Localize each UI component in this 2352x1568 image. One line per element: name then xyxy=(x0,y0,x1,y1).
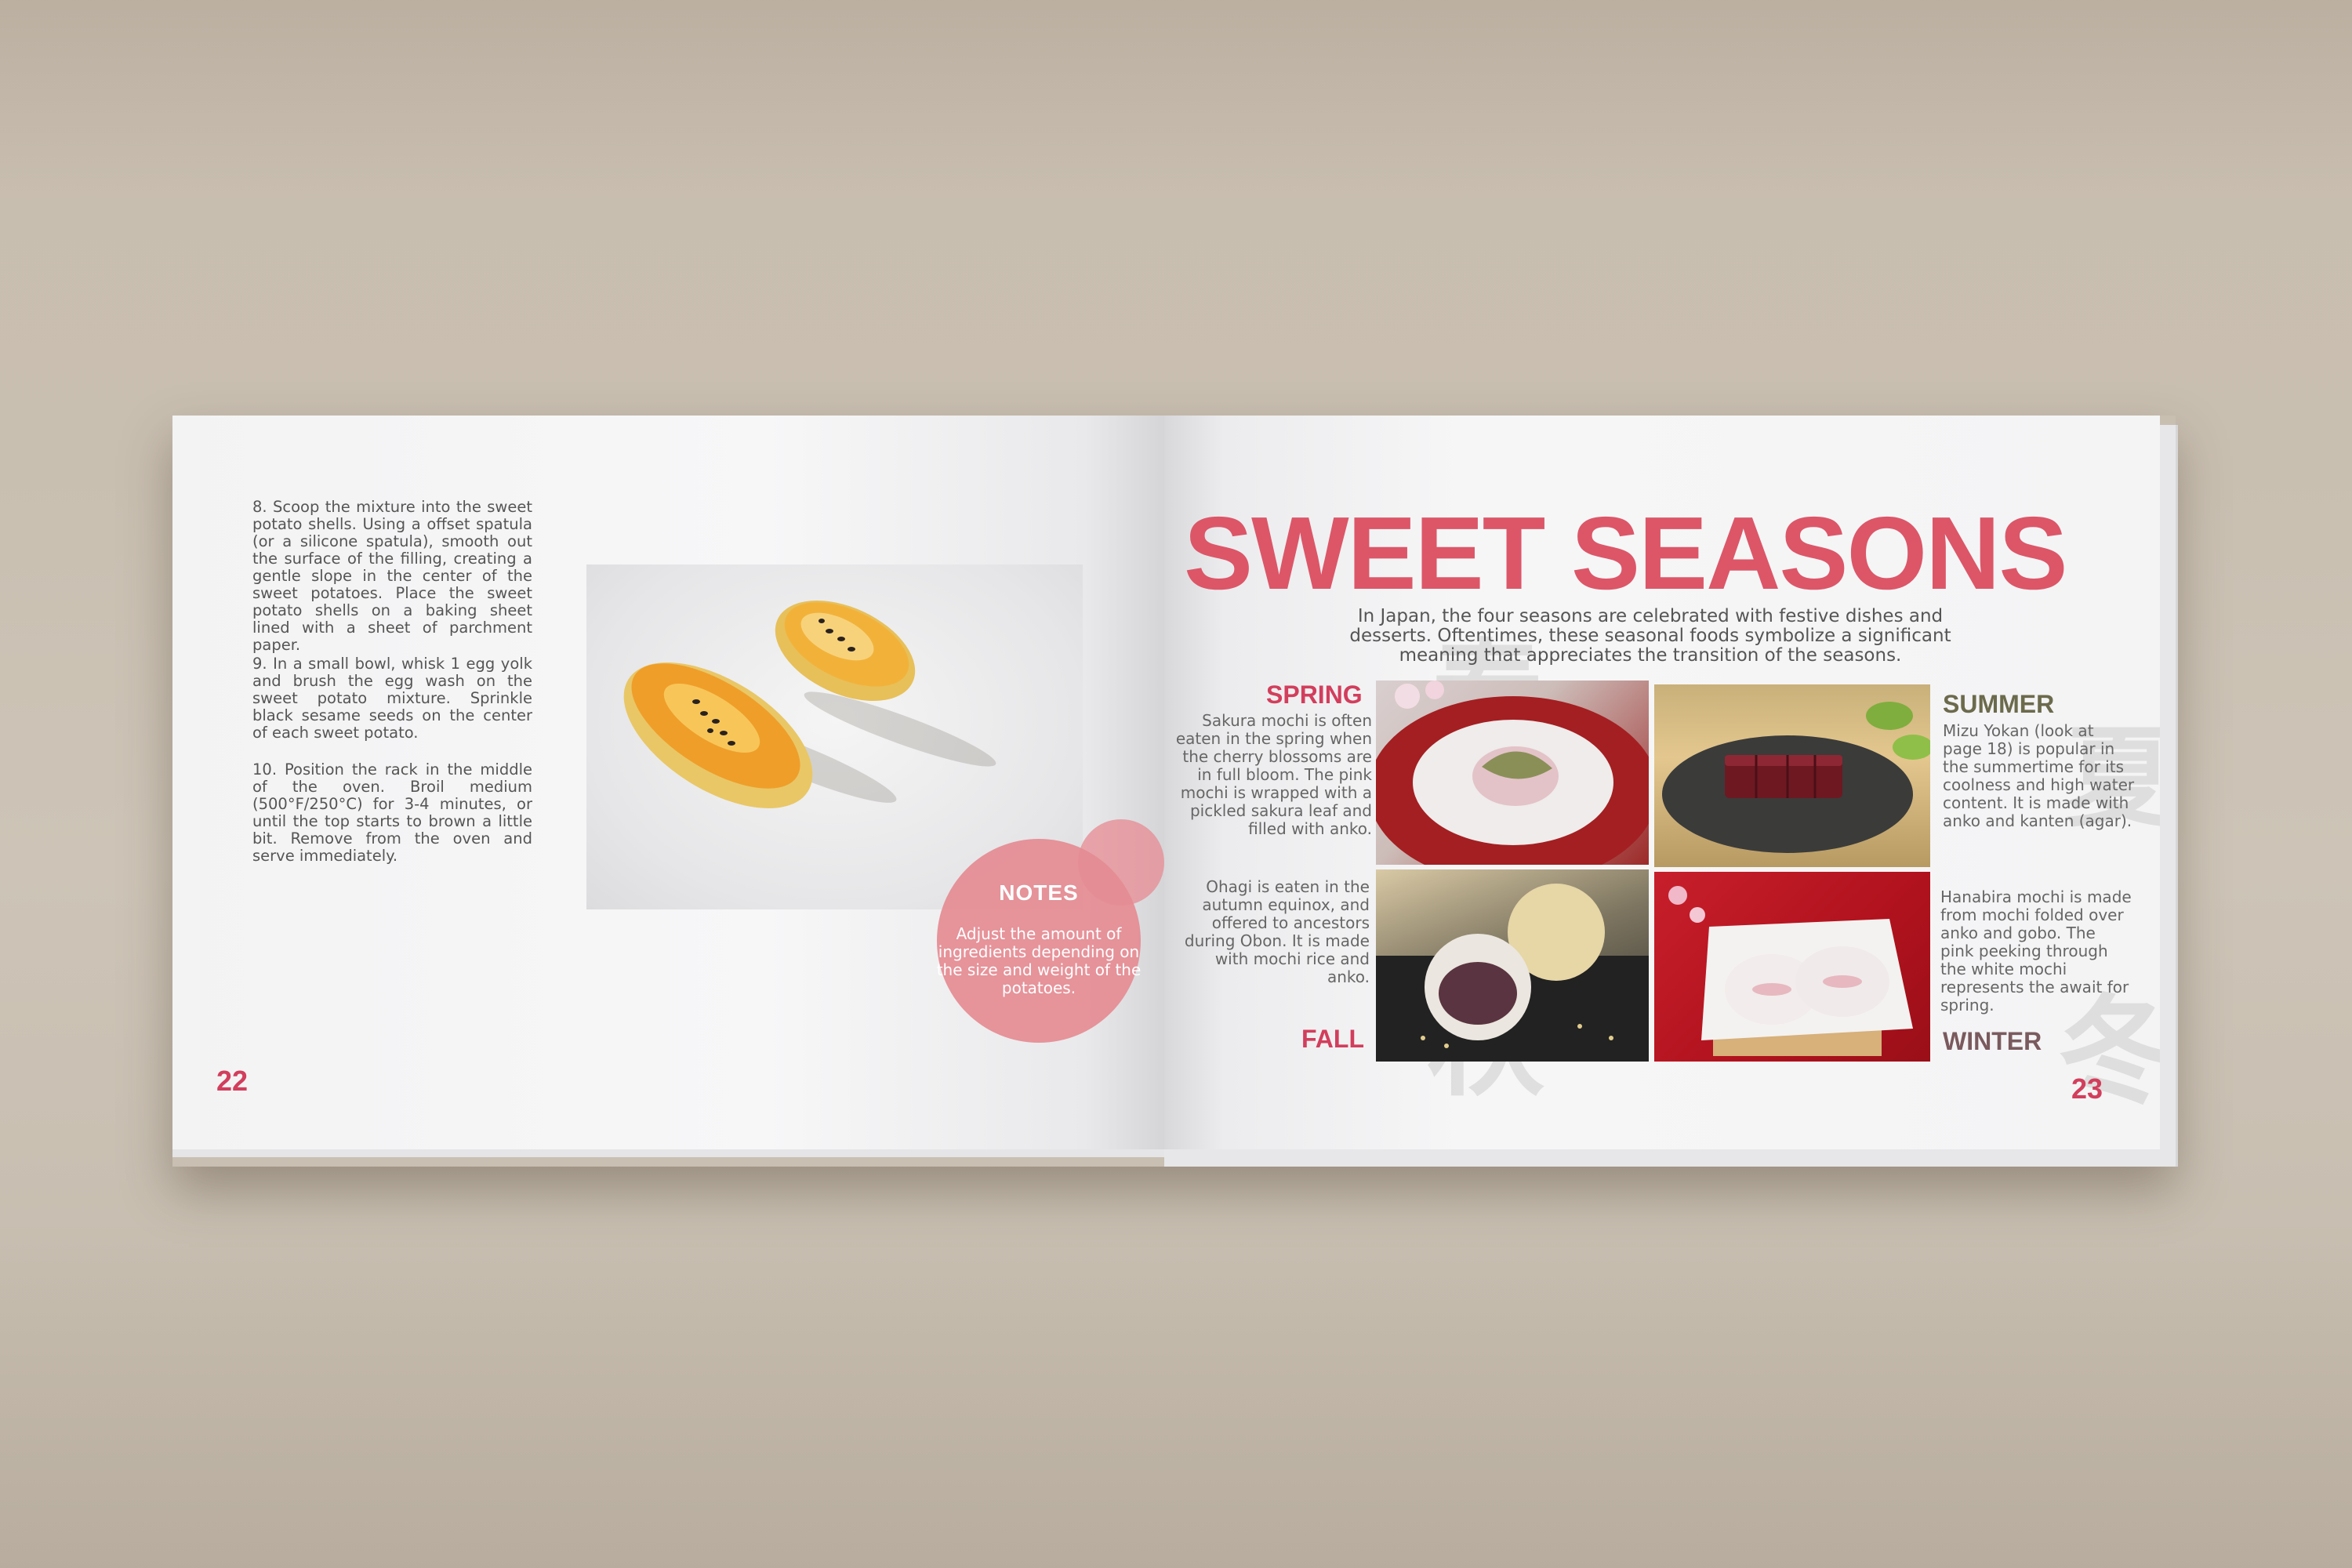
sakura-mochi-illustration xyxy=(1376,681,1649,865)
open-book: 8. Scoop the mixture into the sweet pota… xyxy=(172,416,2178,1167)
step-9-text: 9. In a small bowl, whisk 1 egg yolk and… xyxy=(252,655,532,742)
backdrop-shadow xyxy=(0,1223,2352,1568)
spring-label: SPRING xyxy=(1266,681,1363,709)
step-8-text: 8. Scoop the mixture into the sweet pota… xyxy=(252,498,532,654)
winter-text: Hanabira mochi is made from mochi folded… xyxy=(1940,887,2132,1014)
fall-text: Ohagi is eaten in the autumn equinox, an… xyxy=(1184,877,1370,986)
summer-label: SUMMER xyxy=(1943,690,2055,718)
intro-text: In Japan, the four seasons are celebrate… xyxy=(1349,606,1951,666)
hanabira-mochi-illustration xyxy=(1668,886,1913,1056)
notes-title: NOTES xyxy=(999,880,1079,905)
page-number-left: 22 xyxy=(216,1065,249,1097)
spring-photo xyxy=(1376,681,1649,865)
summer-photo xyxy=(1654,684,1930,867)
step-10-text: 10. Position the rack in the middle of t… xyxy=(252,760,532,865)
winter-label: WINTER xyxy=(1943,1027,2042,1055)
backdrop-shadow xyxy=(0,0,2352,204)
fall-label: FALL xyxy=(1301,1025,1364,1053)
page-title: SWEET SEASONS xyxy=(1184,495,2068,611)
mizu-yokan-illustration xyxy=(1662,702,1930,853)
ohagi-illustration xyxy=(1376,884,1649,1062)
notes-body: Adjust the amount of ingredients dependi… xyxy=(936,924,1142,997)
summer-text: Mizu Yokan (look at page 18) is popular … xyxy=(1943,721,2135,830)
left-page: 8. Scoop the mixture into the sweet pota… xyxy=(172,416,1164,1149)
fall-photo xyxy=(1376,869,1649,1062)
page-number-right: 23 xyxy=(2071,1073,2103,1105)
spring-text: Sakura mochi is often eaten in the sprin… xyxy=(1175,711,1372,838)
winter-photo xyxy=(1654,872,1930,1062)
